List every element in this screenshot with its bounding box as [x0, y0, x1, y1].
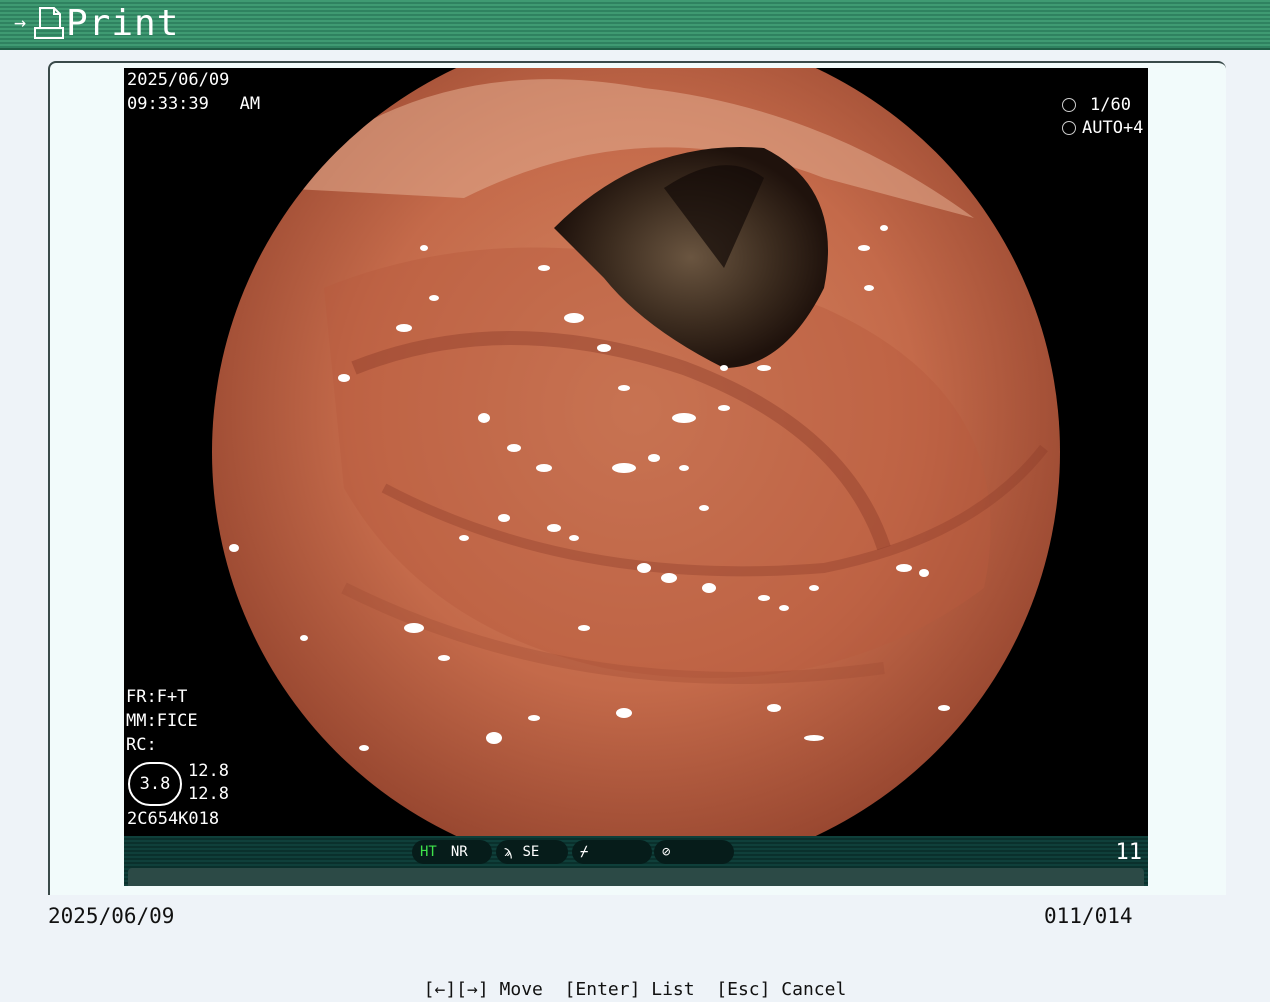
arrow-right-icon: →	[14, 10, 27, 34]
print-icon	[34, 7, 64, 39]
page-title: Print	[66, 3, 180, 44]
gauge-value: 3.8	[128, 762, 182, 806]
video-status-bar: HT NR ϡ SE ⌿ ⊘ 11	[124, 836, 1148, 886]
key-hint: [←][→] Move [Enter] List [Esc] Cancel	[423, 979, 847, 1000]
capture-time: 09:33:39 AM	[127, 94, 261, 114]
footer-date: 2025/06/09	[48, 904, 175, 928]
iris-readout: AUTO+4	[1062, 116, 1143, 140]
frame-number: 11	[1115, 840, 1143, 865]
ht-nr-pill: HT NR	[412, 840, 492, 864]
iris-value: AUTO+4	[1082, 118, 1144, 138]
ht-indicator: HT	[420, 844, 437, 860]
capture-date: 2025/06/09	[127, 70, 230, 90]
mm-setting: MM:FICE	[126, 711, 198, 731]
freeze-pill: ⌿	[572, 840, 652, 864]
iris-icon	[1062, 121, 1076, 135]
mode-icon: ⊘	[662, 844, 671, 860]
nr-indicator: NR	[450, 844, 468, 860]
se-indicator: SE	[522, 844, 540, 860]
endoscope-image[interactable]: 2025/06/09 09:33:39 AM 1/60 AUTO+4 FR:F+…	[124, 68, 1148, 886]
shutter-icon	[1062, 98, 1076, 112]
lightning-icon: ⌿	[580, 844, 589, 860]
fr-setting: FR:F+T	[126, 687, 188, 707]
rc-setting: RC:	[126, 735, 157, 755]
gauge-bottom-value: 12.8	[188, 784, 229, 804]
title-bar: → Print	[0, 0, 1270, 50]
status-strip	[128, 868, 1144, 886]
gauge-top-value: 12.8	[188, 761, 229, 781]
scope-id: 2C654K018	[127, 809, 220, 829]
mode-pill: ⊘	[654, 840, 734, 864]
endoscopic-view	[212, 68, 1060, 836]
image-counter: 011/014	[1044, 904, 1133, 928]
structure-icon: ϡ	[504, 844, 513, 860]
se-pill: ϡ SE	[496, 840, 568, 864]
shutter-value: 1/60	[1090, 95, 1131, 115]
shutter-readout: 1/60	[1062, 93, 1131, 117]
